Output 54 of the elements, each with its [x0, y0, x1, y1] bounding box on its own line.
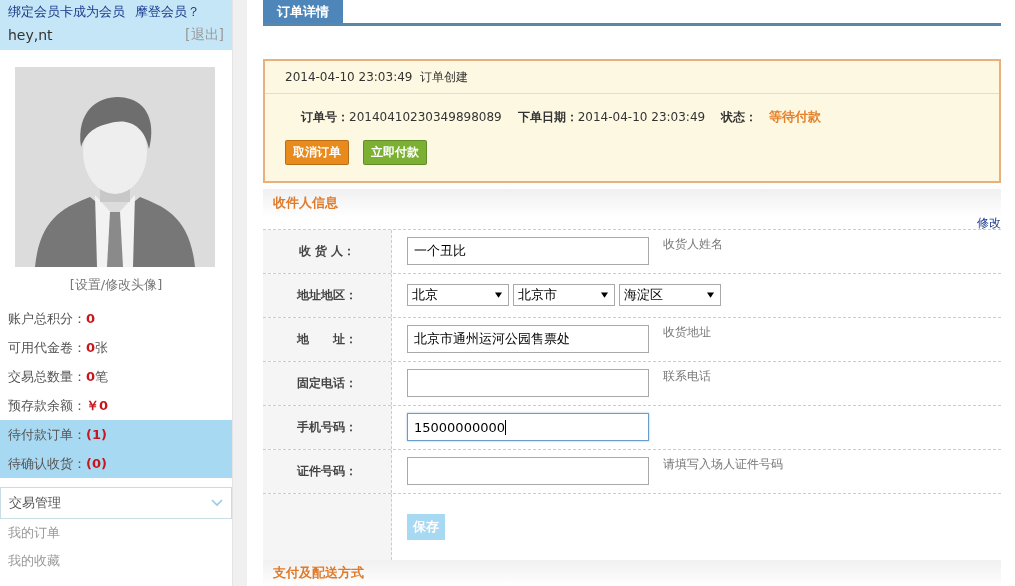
region-dropdown[interactable]: 海淀区 — [619, 284, 721, 307]
stat-label: 交易总数量： — [8, 367, 86, 386]
field-label: 地 址： — [263, 317, 392, 361]
log-time: 2014-04-10 23:03:49 — [285, 70, 413, 84]
menu-group-header[interactable]: 交易管理 — [0, 487, 232, 519]
input-field[interactable]: 15000000000 — [407, 413, 649, 442]
stat-label: 账户总积分： — [8, 309, 86, 328]
section-title: 收件人信息 — [273, 193, 338, 212]
chevron-icon — [211, 499, 223, 507]
stat-label: 待付款订单： — [8, 425, 86, 444]
stat-value: ￥0 — [86, 396, 109, 415]
input-field[interactable] — [407, 369, 649, 398]
stat-label: 可用代金卷： — [8, 338, 86, 357]
bind-member-link[interactable]: 绑定会员卡成为会员 — [8, 3, 125, 21]
field-label: 证件号码： — [263, 449, 392, 493]
edit-link[interactable]: 修改 — [977, 216, 1001, 229]
stat-value: 0 — [86, 369, 96, 384]
stat-value: 0 — [86, 311, 96, 326]
menu-group-title: 交易管理 — [9, 494, 61, 512]
modern-member-link[interactable]: 摩登会员？ — [135, 3, 200, 21]
region-dropdown[interactable]: 北京市 — [513, 284, 615, 307]
order-date-label: 下单日期： — [517, 108, 578, 126]
input-field[interactable]: 一个丑比 — [407, 237, 649, 266]
input-field[interactable] — [407, 457, 649, 486]
field-label: 地址地区： — [263, 273, 392, 317]
status-label: 状态： — [721, 108, 758, 126]
field-label: 收 货 人： — [263, 229, 392, 273]
input-field[interactable]: 北京市通州运河公园售票处 — [407, 325, 649, 354]
username: hey,nt — [8, 27, 53, 43]
field-hint: 联系电话 — [663, 367, 711, 385]
stat-unit: 张 — [95, 338, 109, 357]
stat-value: (1) — [86, 427, 107, 442]
field-label: 固定电话： — [263, 361, 392, 405]
field-hint: 收货人姓名 — [663, 235, 723, 253]
order-number: 20140410230349898089 — [349, 110, 502, 124]
change-avatar-link[interactable]: [设置/修改头像] — [0, 276, 232, 294]
dropdown-arrow-icon — [495, 292, 502, 299]
stat-value: (0) — [86, 456, 107, 471]
order-number-label: 订单号： — [301, 108, 349, 126]
field-label: 手机号码： — [263, 405, 392, 449]
stat-value: 0 — [86, 340, 96, 355]
section-title: 支付及配送方式 — [273, 563, 364, 582]
log-event: 订单创建 — [420, 68, 469, 86]
field-hint: 请填写入场人证件号码 — [663, 455, 783, 473]
field-hint: 收货地址 — [663, 323, 711, 341]
dropdown-arrow-icon — [707, 292, 714, 299]
region-dropdown[interactable]: 北京 — [407, 284, 509, 307]
stat-label: 预存款余额： — [8, 396, 86, 415]
order-date: 2014-04-10 23:03:49 — [577, 110, 706, 124]
order-details-tab[interactable]: 订单详情 — [263, 0, 343, 23]
stat-label: 待确认收货： — [8, 454, 86, 473]
stat-unit: 笔 — [95, 367, 109, 386]
dropdown-arrow-icon — [601, 292, 608, 299]
order-status: 等待付款 — [769, 108, 822, 126]
